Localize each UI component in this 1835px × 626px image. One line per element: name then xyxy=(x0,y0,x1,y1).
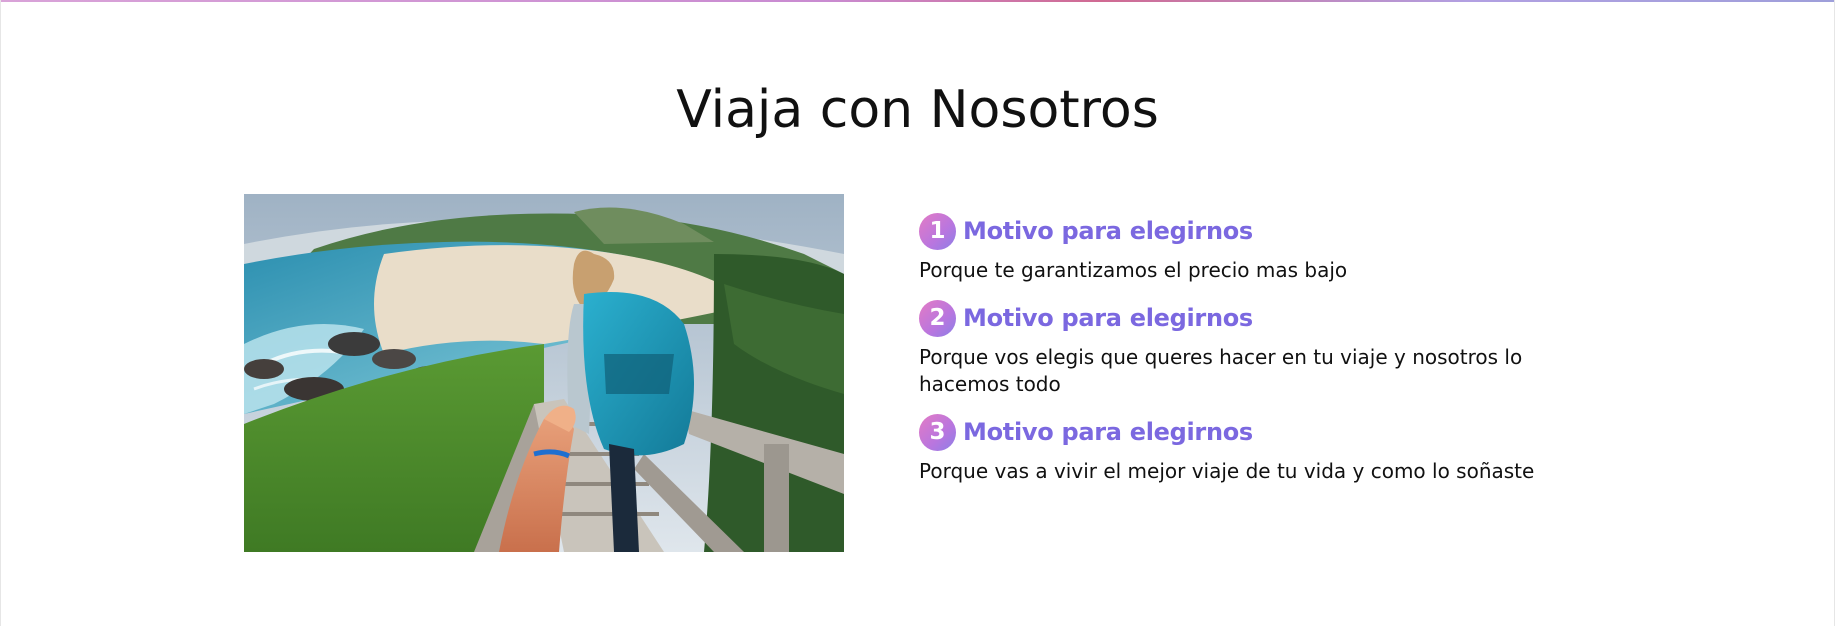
number-badge: 2 xyxy=(919,299,956,337)
reasons-list: 1 Motivo para elegirnos Porque te garant… xyxy=(919,211,1579,499)
reason-heading: 2 Motivo para elegirnos xyxy=(919,298,1579,338)
reason-item-1: 1 Motivo para elegirnos Porque te garant… xyxy=(919,211,1579,284)
reason-title: Motivo para elegirnos xyxy=(963,304,1253,332)
section-title: Viaja con Nosotros xyxy=(676,80,1159,140)
reason-text: Porque te garantizamos el precio mas baj… xyxy=(919,258,1348,282)
page: Viaja con Nosotros 1 Motivo para elegirn… xyxy=(0,0,1835,626)
reason-item-2: 2 Motivo para elegirnos Porque vos elegi… xyxy=(919,298,1579,398)
reason-text: Porque vas a vivir el mejor viaje de tu … xyxy=(919,459,1535,483)
reason-heading: 3 Motivo para elegirnos xyxy=(919,412,1579,452)
reason-text: Porque vos elegis que queres hacer en tu… xyxy=(919,345,1523,396)
number-badge: 1 xyxy=(919,212,956,250)
top-gradient-bar xyxy=(1,0,1834,2)
number-badge: 3 xyxy=(919,413,956,451)
travel-photo xyxy=(244,194,844,552)
reason-item-3: 3 Motivo para elegirnos Porque vas a viv… xyxy=(919,412,1579,485)
reason-title: Motivo para elegirnos xyxy=(963,217,1253,245)
reason-heading: 1 Motivo para elegirnos xyxy=(919,211,1579,251)
reason-title: Motivo para elegirnos xyxy=(963,418,1253,446)
